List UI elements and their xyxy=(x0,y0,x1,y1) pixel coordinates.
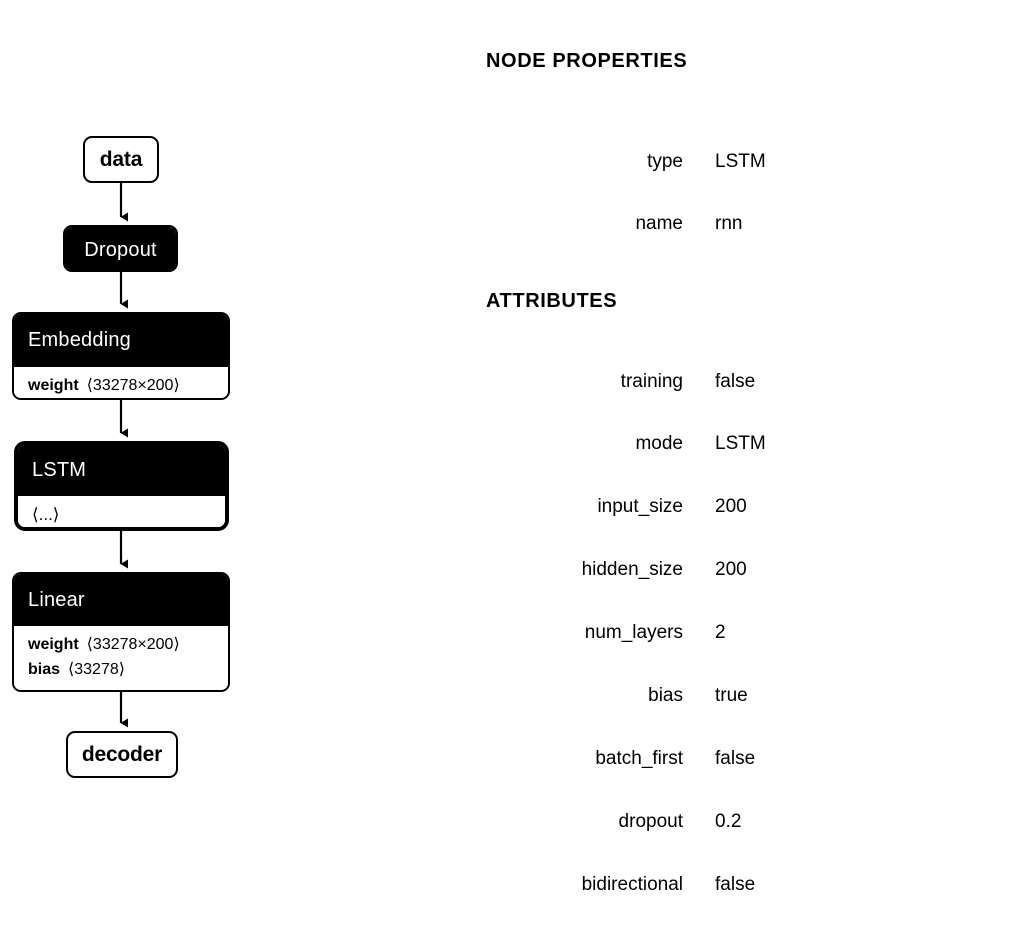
graph-node-attribute: weight ⟨33278×200⟩ xyxy=(28,632,228,657)
attribute-value: false xyxy=(715,748,756,769)
graph-node-body: weight ⟨33278×200⟩ bias ⟨33278⟩ xyxy=(14,626,228,690)
node-property-row: type LSTM xyxy=(440,150,1000,174)
attribute-row: input_size 200 xyxy=(440,495,1000,519)
attribute-label: num_layers xyxy=(584,622,683,643)
attribute-label: training xyxy=(620,371,683,392)
attribute-label: batch_first xyxy=(595,748,683,769)
graph-node-body: ⟨...⟩ xyxy=(18,496,225,527)
graph-node-header: Embedding xyxy=(14,314,228,367)
node-property-label: name xyxy=(635,213,683,234)
attribute-label: bidirectional xyxy=(581,874,683,895)
attribute-row: num_layers 2 xyxy=(440,621,1000,645)
graph-node-label: data xyxy=(99,148,143,171)
graph-node-dropout[interactable]: Dropout xyxy=(63,225,178,272)
attribute-row: bias true xyxy=(440,684,1000,708)
attribute-row: dropout 0.2 xyxy=(440,810,1000,834)
attribute-row: training false xyxy=(440,370,1000,394)
graph-node-attribute-key: weight xyxy=(28,377,79,394)
attribute-value: 200 xyxy=(715,496,747,517)
attribute-value: false xyxy=(715,874,756,895)
graph-node-header: Dropout xyxy=(65,227,176,270)
attribute-label: bias xyxy=(648,685,683,706)
node-property-label: type xyxy=(647,151,683,172)
graph-node-lstm[interactable]: LSTM ⟨...⟩ xyxy=(14,441,229,531)
attribute-row: bidirectional false xyxy=(440,873,1000,897)
graph-node-attribute: bias ⟨33278⟩ xyxy=(28,657,228,682)
graph-node-attribute-value: ⟨33278×200⟩ xyxy=(86,636,180,653)
graph-node-attribute-key: bias xyxy=(28,661,61,678)
attribute-label: mode xyxy=(635,433,683,454)
attribute-label: dropout xyxy=(618,811,683,832)
graph-node-attribute: ⟨...⟩ xyxy=(32,502,225,527)
properties-sidebar: NODE PROPERTIES type LSTM name rnn ATTRIBUT… xyxy=(440,0,1010,931)
model-graph-canvas[interactable]: data Dropout Embedding weight ⟨33278×200⟩ LST… xyxy=(0,0,440,931)
attribute-value: true xyxy=(715,685,748,706)
node-property-value: LSTM xyxy=(715,151,766,172)
attributes-header: ATTRIBUTES xyxy=(486,290,618,312)
graph-node-attribute-value: ⟨33278⟩ xyxy=(68,661,125,678)
graph-node-attribute-value: ⟨33278×200⟩ xyxy=(86,377,180,394)
attribute-row: mode LSTM xyxy=(440,432,1000,456)
attribute-label: input_size xyxy=(597,496,683,517)
graph-node-linear[interactable]: Linear weight ⟨33278×200⟩ bias ⟨33278⟩ xyxy=(12,572,230,692)
graph-node-header: LSTM xyxy=(18,445,225,496)
attribute-label: hidden_size xyxy=(581,559,683,580)
attribute-value: LSTM xyxy=(715,433,766,454)
graph-node-header: Linear xyxy=(14,574,228,626)
attribute-value: 0.2 xyxy=(715,811,742,832)
attribute-value: 200 xyxy=(715,559,747,580)
graph-node-label: decoder xyxy=(81,743,163,766)
graph-node-data[interactable]: data xyxy=(83,136,159,183)
graph-node-attribute-key: weight xyxy=(28,636,79,653)
graph-node-decoder[interactable]: decoder xyxy=(66,731,178,778)
attribute-row: hidden_size 200 xyxy=(440,558,1000,582)
attribute-row: batch_first false xyxy=(440,747,1000,771)
graph-node-attribute-value: ⟨...⟩ xyxy=(32,505,60,524)
graph-node-body: weight ⟨33278×200⟩ xyxy=(14,367,228,398)
node-property-value: rnn xyxy=(715,213,743,234)
attribute-value: 2 xyxy=(715,622,726,643)
attribute-value: false xyxy=(715,371,756,392)
graph-node-embedding[interactable]: Embedding weight ⟨33278×200⟩ xyxy=(12,312,230,400)
graph-node-attribute: weight ⟨33278×200⟩ xyxy=(28,373,228,398)
node-properties-header: NODE PROPERTIES xyxy=(486,50,688,72)
node-property-row: name rnn xyxy=(440,212,1000,236)
